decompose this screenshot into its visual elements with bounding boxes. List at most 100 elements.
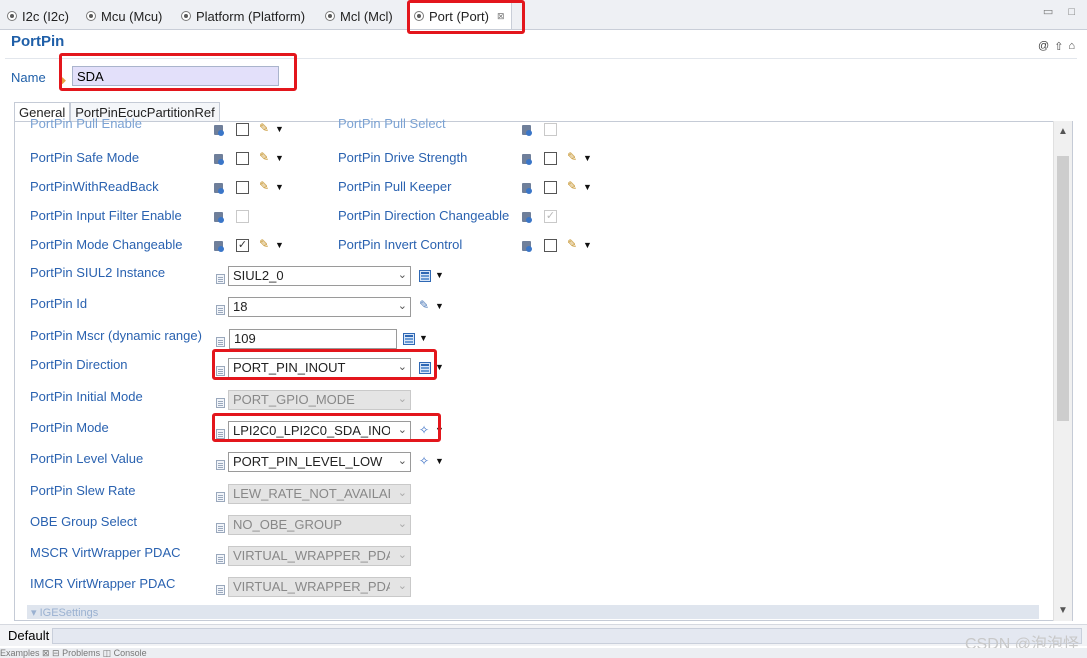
magic-wand-icon[interactable]: ✧: [419, 423, 429, 437]
at-icon[interactable]: @: [1038, 40, 1049, 53]
up-arrow-icon[interactable]: ⇧: [1054, 40, 1063, 53]
left-label: PortPin Mode Changeable: [30, 237, 183, 252]
window-controls[interactable]: ▭ □: [1043, 5, 1081, 18]
header-icons: @ ⇧ ⌂: [1038, 40, 1075, 53]
checkbox[interactable]: [544, 152, 557, 165]
value-select[interactable]: PORT_PIN_INOUT ⌄: [228, 358, 411, 378]
left-label: PortPin Input Filter Enable: [30, 208, 182, 223]
value-select: PORT_GPIO_MODE ⌄: [228, 390, 411, 410]
chevron-down-icon[interactable]: ⌄: [398, 360, 407, 373]
value-select[interactable]: SIUL2_0 ⌄: [228, 266, 411, 286]
scroll-up-icon[interactable]: ▲: [1058, 126, 1068, 137]
calculator-icon[interactable]: [403, 333, 415, 345]
chevron-down-icon[interactable]: ⌄: [398, 299, 407, 312]
chevron-down-icon[interactable]: ⌄: [398, 454, 407, 467]
dropdown-arrow-icon[interactable]: ▼: [435, 301, 444, 311]
checkbox[interactable]: [236, 152, 249, 165]
checkbox: [236, 210, 249, 223]
bottom-view-tabs[interactable]: Examples ⊠ ⊟ Problems ◫ Console: [0, 648, 1087, 658]
left-label: PortPin Pull Enable: [30, 116, 143, 131]
dropdown-arrow-icon[interactable]: ▼: [435, 362, 444, 372]
checkbox[interactable]: [544, 181, 557, 194]
dropdown-arrow-icon[interactable]: ▼: [275, 182, 284, 192]
tab-port[interactable]: Port (Port) ⊠: [407, 2, 512, 29]
close-icon[interactable]: ⊠: [497, 11, 505, 22]
checkbox: [544, 123, 557, 136]
config-icon: [214, 183, 224, 194]
field-label: PortPin Mode: [30, 420, 109, 435]
right-label: PortPin Pull Select: [338, 116, 446, 131]
dropdown-arrow-icon[interactable]: ▼: [583, 240, 592, 250]
tab-label: I2c (I2c): [22, 8, 69, 24]
document-icon: [216, 398, 225, 408]
config-icon: [522, 125, 532, 136]
section-header[interactable]: [27, 605, 1039, 619]
chevron-down-icon[interactable]: ⌄: [398, 423, 407, 436]
vertical-scrollbar[interactable]: ▲ ▼: [1053, 121, 1072, 621]
tab-mcl[interactable]: Mcl (Mcl): [325, 4, 393, 28]
scrollbar-thumb[interactable]: [1057, 156, 1069, 421]
dropdown-arrow-icon[interactable]: ▼: [583, 153, 592, 163]
select-value: VIRTUAL_WRAPPER_PDAC0: [233, 548, 390, 563]
pencil-icon[interactable]: ✎: [259, 121, 269, 135]
chevron-down-icon: ⌄: [397, 549, 407, 561]
calculator-icon[interactable]: [419, 362, 431, 374]
left-label: PortPinWithReadBack: [30, 179, 159, 194]
tab-mcu[interactable]: Mcu (Mcu): [86, 4, 162, 28]
value-select[interactable]: LPI2C0_LPI2C0_SDA_INOUT ⌄: [228, 421, 411, 441]
tab-label: Platform (Platform): [196, 8, 306, 24]
config-icon: [522, 183, 532, 194]
checkbox[interactable]: ✓: [236, 239, 249, 252]
field-label: MSCR VirtWrapper PDAC: [30, 545, 181, 560]
pencil-icon[interactable]: ✎: [567, 179, 577, 193]
chevron-down-icon[interactable]: ⌄: [398, 268, 407, 281]
pencil-icon[interactable]: ✎: [259, 179, 269, 193]
document-icon: [216, 305, 225, 315]
name-input[interactable]: [72, 66, 279, 86]
calculator-icon[interactable]: [419, 270, 431, 282]
right-label: PortPin Direction Changeable: [338, 208, 510, 223]
pencil-icon[interactable]: ✎: [567, 237, 577, 251]
tab-label: Mcu (Mcu): [101, 8, 163, 24]
field-label: PortPin Initial Mode: [30, 389, 143, 404]
module-icon: [7, 11, 17, 21]
config-icon: [214, 125, 224, 136]
select-value: LEW_RATE_NOT_AVAILABLE: [233, 486, 390, 501]
dropdown-arrow-icon[interactable]: ▼: [275, 153, 284, 163]
chevron-down-icon: ⌄: [397, 518, 407, 530]
value-select[interactable]: 18 ⌄: [228, 297, 411, 317]
scroll-down-icon[interactable]: ▼: [1058, 605, 1068, 616]
checkbox[interactable]: [236, 123, 249, 136]
module-icon: [181, 11, 191, 21]
dropdown-arrow-icon[interactable]: ▼: [435, 270, 444, 280]
pencil-icon[interactable]: ✎: [419, 298, 429, 312]
pencil-icon[interactable]: ✎: [259, 150, 269, 164]
dropdown-arrow-icon[interactable]: ▼: [275, 124, 284, 134]
dropdown-arrow-icon[interactable]: ▼: [435, 456, 444, 466]
pencil-icon[interactable]: ✎: [259, 237, 269, 251]
select-value: SIUL2_0: [233, 268, 284, 283]
dropdown-arrow-icon[interactable]: ▼: [419, 333, 428, 343]
tab-i2c[interactable]: I2c (I2c): [7, 4, 69, 28]
chevron-down-icon: ⌄: [397, 393, 407, 405]
module-icon: [86, 11, 96, 21]
status-track: [52, 628, 1082, 644]
value-input[interactable]: 109: [229, 329, 397, 349]
magic-wand-icon[interactable]: ✧: [419, 454, 429, 468]
dropdown-arrow-icon[interactable]: ▼: [275, 240, 284, 250]
checkbox[interactable]: [236, 181, 249, 194]
value-select: VIRTUAL_WRAPPER_PDAC0 ⌄: [228, 546, 411, 566]
dropdown-arrow-icon[interactable]: ▼: [583, 182, 592, 192]
value-select[interactable]: PORT_PIN_LEVEL_LOW ⌄: [228, 452, 411, 472]
page-title: PortPin: [11, 33, 65, 50]
checkbox[interactable]: [544, 239, 557, 252]
field-label: IMCR VirtWrapper PDAC: [30, 576, 176, 591]
dropdown-arrow-icon[interactable]: ▼: [435, 425, 444, 435]
home-icon[interactable]: ⌂: [1068, 40, 1075, 53]
right-label: PortPin Invert Control: [338, 237, 463, 252]
tab-platform[interactable]: Platform (Platform): [181, 4, 305, 28]
pencil-icon[interactable]: ✎: [567, 150, 577, 164]
select-value: LPI2C0_LPI2C0_SDA_INOUT: [233, 423, 390, 438]
document-icon: [216, 274, 225, 284]
config-icon: [214, 212, 224, 223]
